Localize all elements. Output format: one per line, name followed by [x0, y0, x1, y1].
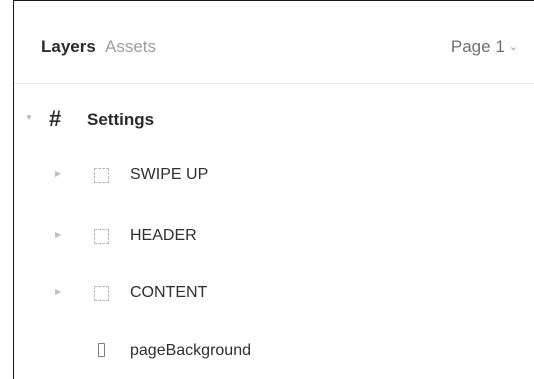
rectangle-icon: [98, 343, 105, 357]
layer-label: HEADER: [130, 227, 197, 244]
page-selector-label: Page 1: [450, 37, 505, 56]
layer-label: SWIPE UP: [130, 166, 209, 183]
layer-row-settings[interactable]: ▼ # Settings: [14, 90, 534, 146]
layers-panel: Layers Assets Page 1 ⌄ ▼ # Settings ▶ SWI…: [13, 0, 534, 379]
tab-assets[interactable]: Assets: [105, 37, 156, 57]
dashed-group-icon: [94, 286, 109, 301]
caret-right-icon[interactable]: ▶: [55, 169, 61, 178]
tab-layers[interactable]: Layers: [41, 37, 96, 57]
caret-right-icon[interactable]: ▶: [55, 287, 61, 296]
layer-row-header[interactable]: ▶ HEADER: [14, 207, 534, 263]
layer-row-page-background[interactable]: pageBackground: [14, 323, 534, 379]
panel-tabs: Layers Assets Page 1 ⌄: [14, 1, 534, 84]
layer-row-content[interactable]: ▶ CONTENT: [14, 264, 534, 320]
chevron-down-icon: ⌄: [508, 41, 518, 53]
caret-down-icon[interactable]: ▼: [25, 113, 33, 122]
layer-label: pageBackground: [130, 342, 251, 359]
dashed-group-icon: [94, 168, 109, 183]
layer-row-swipe-up[interactable]: ▶ SWIPE UP: [14, 146, 534, 202]
caret-right-icon[interactable]: ▶: [55, 230, 61, 239]
page-selector[interactable]: Page 1 ⌄: [451, 37, 518, 59]
dashed-group-icon: [94, 229, 109, 244]
layer-label: Settings: [87, 110, 155, 129]
hash-icon: #: [49, 106, 62, 131]
layer-label: CONTENT: [130, 284, 208, 301]
